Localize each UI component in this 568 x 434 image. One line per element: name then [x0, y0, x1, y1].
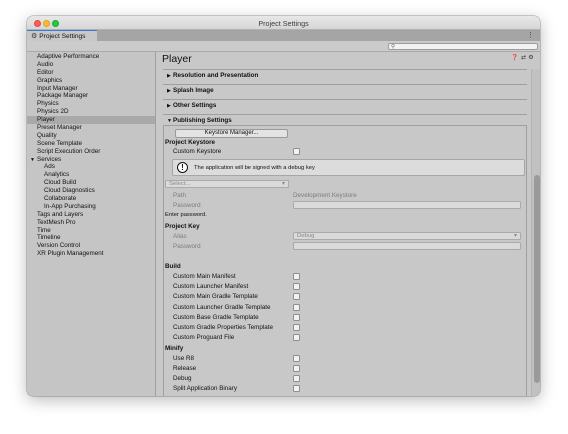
section-resolution[interactable]: ▶ Resolution and Presentation — [163, 69, 527, 80]
header-icons: ❓⇄⚙ — [511, 55, 536, 61]
sidebar-item-editor[interactable]: Editor — [27, 69, 155, 77]
custom-base-gradle-template-label: Custom Base Gradle Template — [173, 313, 259, 321]
publishing-settings-panel: Keystore Manager... Project Keystore Cus… — [163, 125, 527, 396]
sidebar-item-adaptive-performance[interactable]: Adaptive Performance — [27, 53, 155, 61]
vertical-scrollbar[interactable] — [531, 69, 540, 396]
sidebar-item-analytics[interactable]: Analytics — [27, 171, 155, 179]
info-message: The application will be signed with a de… — [194, 165, 315, 171]
help-icon[interactable]: ❓ — [511, 55, 521, 61]
custom-launcher-manifest-checkbox[interactable] — [293, 283, 300, 291]
custom-main-gradle-template-checkbox[interactable] — [293, 293, 300, 301]
sidebar-item-audio[interactable]: Audio — [27, 61, 155, 69]
dropdown-arrow-icon: ▾ — [282, 181, 285, 187]
custom-base-gradle-template-checkbox[interactable] — [293, 313, 300, 321]
sidebar-item-tags-and-layers[interactable]: Tags and Layers — [27, 211, 155, 219]
sidebar-item-preset-manager[interactable]: Preset Manager — [27, 124, 155, 132]
key-password-label: Password — [173, 243, 201, 250]
custom-main-gradle-template-label: Custom Main Gradle Template — [173, 293, 258, 301]
custom-gradle-properties-template-checkbox[interactable] — [293, 324, 300, 331]
split-binary-label: Split Application Binary — [173, 385, 238, 392]
tab-strip: ⚙ Project Settings ⋮ — [27, 30, 540, 41]
inspector-panel: Player ❓⇄⚙ ▶ Resolution and Presentation … — [157, 52, 540, 396]
window-title: Project Settings — [258, 19, 309, 28]
player-settings-content: ▶ Resolution and Presentation ▶ Splash Ima… — [163, 69, 527, 396]
custom-main-manifest-label: Custom Main Manifest — [173, 273, 236, 280]
custom-main-manifest-checkbox[interactable] — [293, 273, 300, 280]
sidebar-item-version-control[interactable]: Version Control — [27, 242, 155, 250]
sidebar-item-quality[interactable]: Quality — [27, 132, 155, 140]
split-binary-checkbox[interactable] — [293, 385, 300, 392]
tab-project-settings[interactable]: ⚙ Project Settings — [27, 30, 97, 41]
enter-password-hint: Enter password. — [165, 212, 207, 218]
release-label: Release — [173, 365, 197, 373]
use-r8-checkbox[interactable] — [293, 355, 300, 362]
project-keystore-heading: Project Keystore — [165, 139, 216, 146]
scrollbar-thumb[interactable] — [533, 175, 540, 383]
expand-triangle-icon[interactable]: ▼ — [30, 157, 37, 165]
release-checkbox[interactable] — [293, 365, 300, 373]
search-icon: ⚲ — [391, 43, 396, 50]
alias-label: Alias — [173, 233, 187, 240]
alias-dropdown[interactable]: Debug ▾ — [293, 232, 521, 240]
sidebar-item-in-app-purchasing[interactable]: In-App Purchasing — [27, 203, 155, 211]
sidebar-item-collaborate[interactable]: Collaborate — [27, 195, 155, 203]
gear-icon: ⚙ — [31, 32, 38, 40]
section-other-settings[interactable]: ▶ Other Settings — [163, 99, 527, 110]
password-label: Password — [173, 202, 201, 209]
sidebar-item-scene-template[interactable]: Scene Template — [27, 140, 155, 148]
custom-launcher-gradle-template-checkbox[interactable] — [293, 303, 300, 311]
sidebar-item-package-manager[interactable]: Package Manager — [27, 92, 155, 100]
tab-label: Project Settings — [39, 32, 86, 40]
dropdown-arrow-icon: ▾ — [514, 233, 517, 239]
sidebar-item-player[interactable]: Player — [27, 116, 155, 125]
settings-gear-icon[interactable]: ⚙ — [528, 55, 536, 61]
search-input[interactable]: ⚲ — [388, 42, 538, 50]
section-publishing[interactable]: ▼Publishing Settings — [163, 114, 527, 125]
sidebar-item-physics-2d[interactable]: Physics 2D — [27, 108, 155, 116]
page-title: Player — [162, 53, 192, 65]
custom-keystore-checkbox[interactable] — [293, 148, 300, 155]
sidebar-item-input-manager[interactable]: Input Manager — [27, 85, 155, 93]
keystore-select-dropdown[interactable]: Select... ▾ — [165, 180, 289, 188]
use-r8-label: Use R8 — [173, 355, 194, 362]
sidebar-item-graphics[interactable]: Graphics — [27, 77, 155, 85]
settings-sidebar: Adaptive Performance Audio Editor Graphics I… — [27, 52, 156, 396]
keystore-password-field[interactable] — [293, 201, 521, 209]
toolbar: ⚲ — [27, 41, 540, 52]
project-settings-window: Project Settings ⚙ Project Settings ⋮ ⚲ … — [27, 16, 540, 396]
tab-menu-icon[interactable]: ⋮ — [527, 31, 534, 39]
key-password-field[interactable] — [293, 242, 521, 250]
debug-checkbox[interactable] — [293, 375, 300, 383]
section-splash[interactable]: ▶ Splash Image — [163, 84, 527, 95]
custom-gradle-properties-template-label: Custom Gradle Properties Template — [173, 324, 273, 331]
custom-launcher-gradle-template-label: Custom Launcher Gradle Template — [173, 303, 271, 311]
custom-proguard-file-label: Custom Proguard File — [173, 334, 235, 342]
sidebar-item-textmesh-pro[interactable]: TextMesh Pro — [27, 219, 155, 227]
build-heading: Build — [165, 263, 181, 270]
minify-heading: Minify — [165, 345, 184, 352]
title-bar: Project Settings — [27, 16, 540, 30]
debug-label: Debug — [173, 375, 192, 383]
sidebar-item-xr-plugin-management[interactable]: XR Plugin Management — [27, 250, 155, 258]
info-box: ! The application will be signed with a … — [172, 159, 525, 176]
custom-proguard-file-checkbox[interactable] — [293, 334, 300, 342]
sidebar-item-time[interactable]: Time — [27, 227, 155, 235]
project-key-heading: Project Key — [165, 223, 200, 230]
sidebar-item-physics[interactable]: Physics — [27, 100, 155, 108]
path-value: Development Keystore — [293, 192, 357, 199]
sidebar-item-ads[interactable]: Ads — [27, 163, 155, 171]
custom-launcher-manifest-label: Custom Launcher Manifest — [173, 283, 249, 291]
path-label: Path — [173, 192, 186, 199]
sidebar-item-cloud-build[interactable]: Cloud Build — [27, 179, 155, 187]
sidebar-item-timeline[interactable]: Timeline — [27, 234, 155, 242]
sidebar-group-services[interactable]: ▼ Services — [27, 156, 155, 164]
info-icon: ! — [177, 162, 188, 173]
sidebar-item-script-execution-order[interactable]: Script Execution Order — [27, 148, 155, 156]
custom-keystore-label: Custom Keystore — [173, 148, 222, 155]
sidebar-item-cloud-diagnostics[interactable]: Cloud Diagnostics — [27, 187, 155, 195]
keystore-manager-button[interactable]: Keystore Manager... — [175, 129, 288, 138]
